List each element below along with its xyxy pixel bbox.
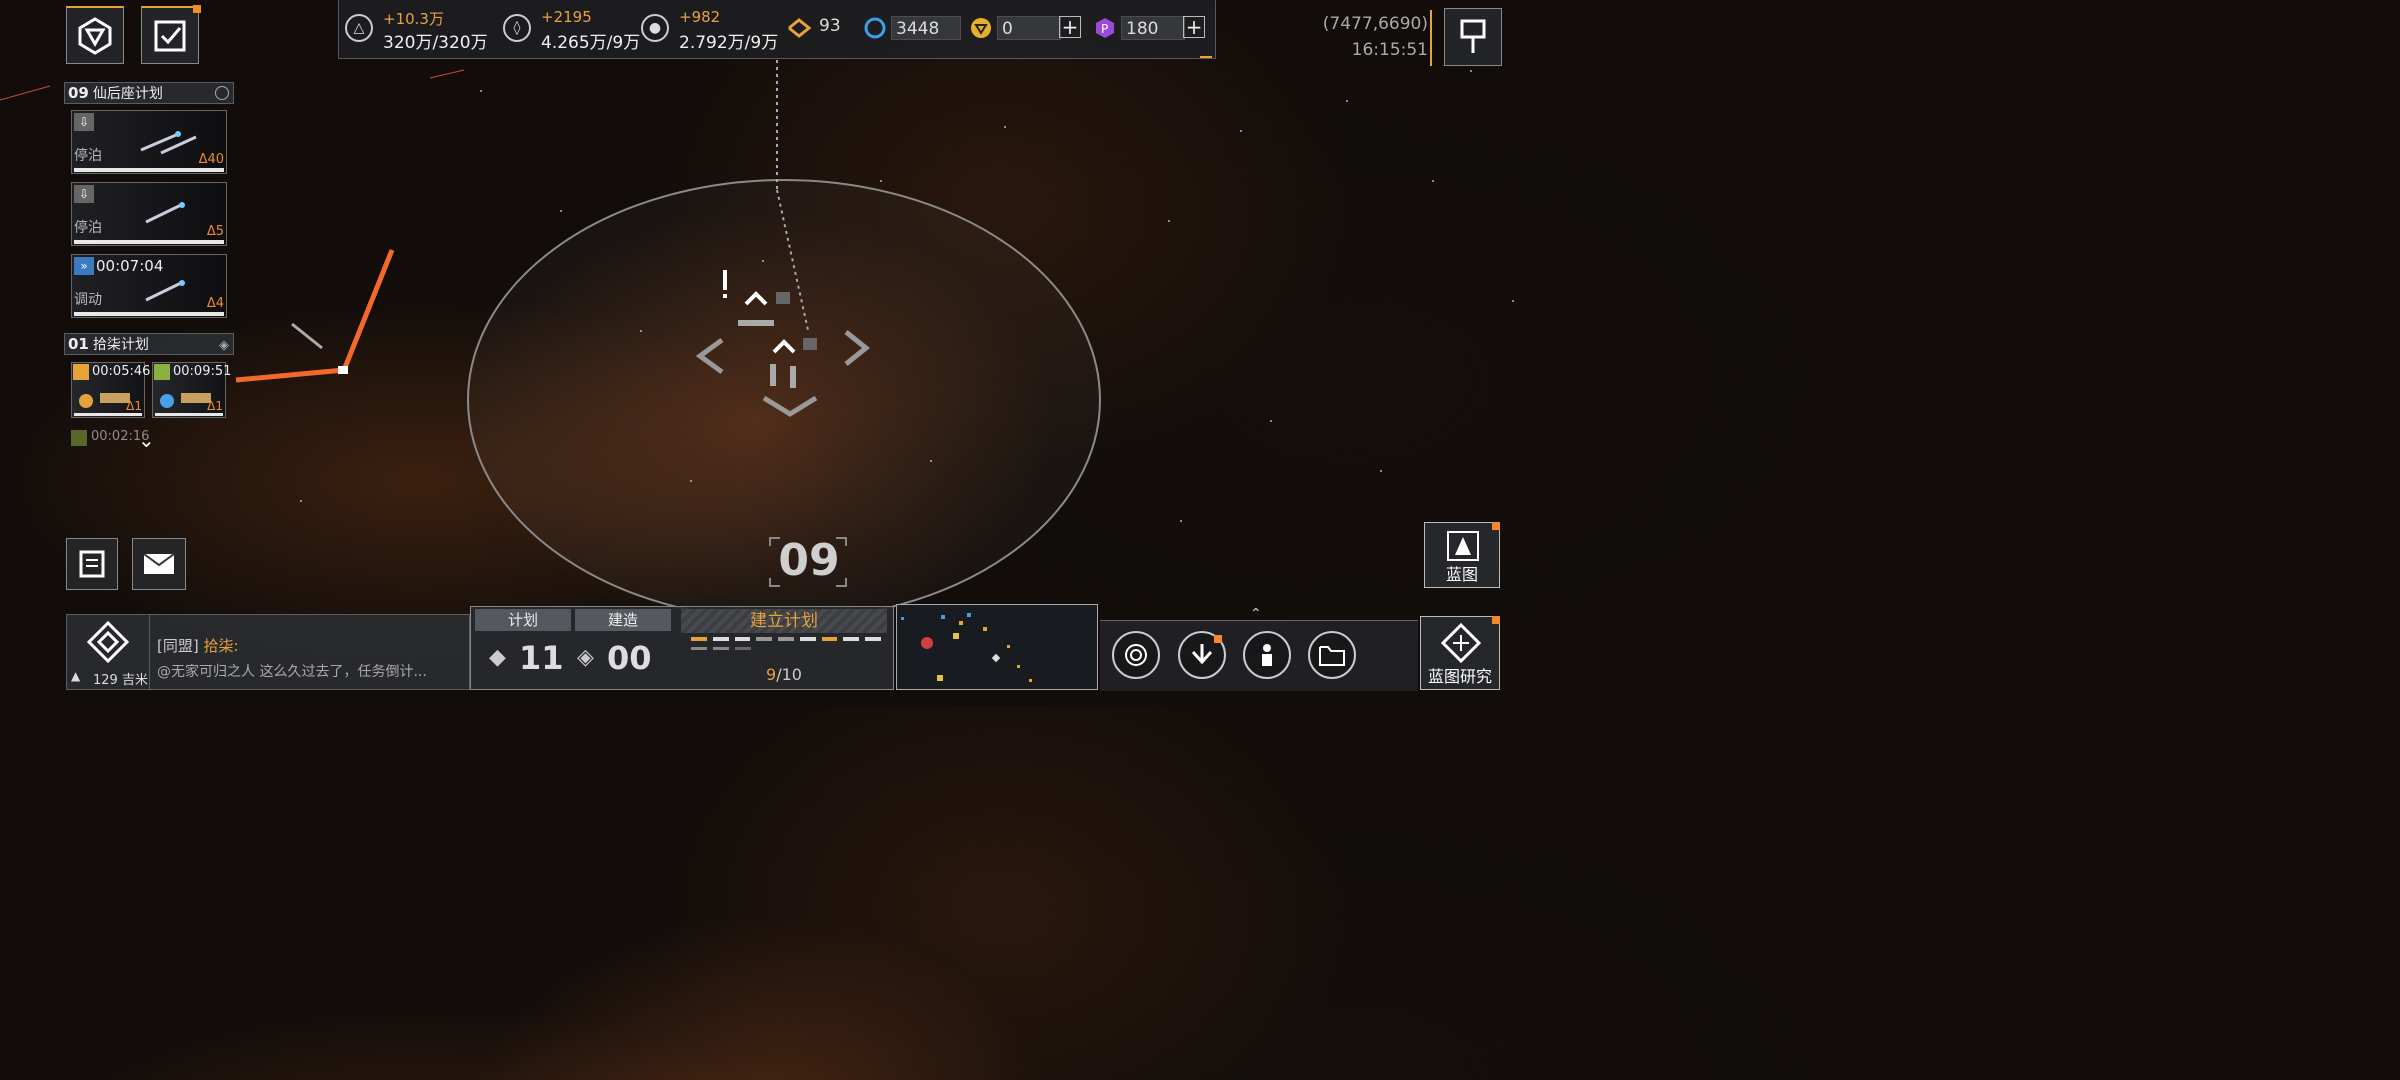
blueprint-button[interactable]: 蓝图 bbox=[1424, 522, 1500, 588]
fleet-health-bar bbox=[74, 312, 224, 316]
map-sector-label[interactable]: 09 bbox=[776, 534, 842, 588]
add-premium-button[interactable]: + bbox=[1183, 16, 1205, 38]
dock-arrow-icon bbox=[1191, 644, 1213, 665]
fleet-card[interactable]: ⇩ 停泊 Δ5 bbox=[71, 182, 227, 246]
orange-route bbox=[235, 249, 395, 383]
fleet-group-header[interactable]: 01 拾柒计划 ◈ bbox=[64, 333, 234, 355]
tasks-button[interactable] bbox=[141, 6, 199, 64]
expand-list-icon[interactable]: ⌄ bbox=[138, 428, 155, 452]
tab-plan[interactable]: 计划 bbox=[475, 609, 571, 631]
clock-accent bbox=[1430, 10, 1432, 66]
credits-icon bbox=[864, 17, 886, 39]
plan-slots bbox=[691, 637, 882, 657]
dock-icon: ⇩ bbox=[74, 185, 94, 203]
fleet-group-header[interactable]: 09 仙后座计划 bbox=[64, 82, 234, 104]
document-icon bbox=[79, 550, 105, 578]
report-button[interactable] bbox=[66, 538, 118, 590]
alliance-button[interactable] bbox=[66, 6, 124, 64]
build-count: ◈ 00 bbox=[577, 639, 652, 677]
move-icon: » bbox=[74, 257, 94, 275]
blueprint-research-button[interactable]: 蓝图研究 bbox=[1420, 616, 1500, 690]
premium-hex-icon: P bbox=[1096, 18, 1114, 38]
mining-card[interactable]: 00:09:51 Δ1 bbox=[152, 362, 231, 418]
bookmark-button[interactable] bbox=[1444, 8, 1502, 66]
gas-icon: ● bbox=[641, 14, 669, 42]
mining-icon bbox=[154, 364, 170, 380]
mining-icon bbox=[71, 430, 87, 446]
clipboard-check-icon bbox=[154, 20, 186, 51]
notification-dot bbox=[1214, 635, 1222, 643]
resource-bar: △ +10.3万 320万/320万 ◊ +2195 4.265万/9万 ● +… bbox=[338, 0, 1216, 59]
alliance-diamond-icon bbox=[87, 621, 129, 663]
resource-crystal[interactable]: ◊ +2195 4.265万/9万 bbox=[503, 6, 653, 53]
blueprint-icon bbox=[1447, 531, 1479, 561]
people-icon bbox=[1262, 644, 1272, 666]
envelope-icon bbox=[143, 553, 175, 574]
tab-build[interactable]: 建造 bbox=[575, 609, 671, 631]
plan-progress: 9/10 bbox=[766, 665, 802, 684]
research-icon bbox=[1441, 623, 1481, 663]
cursor-icon: ▲ bbox=[71, 669, 81, 683]
resource-ore[interactable]: △ +10.3万 320万/320万 bbox=[345, 6, 495, 53]
ore-icon: △ bbox=[345, 14, 373, 42]
dock-icon: ⇩ bbox=[74, 113, 94, 131]
folder-button[interactable] bbox=[1308, 631, 1356, 679]
mail-button[interactable] bbox=[132, 538, 186, 590]
alliance-map-button[interactable]: ▲ 129 吉米 bbox=[67, 615, 150, 689]
build-diamond-icon: ◈ bbox=[577, 645, 594, 670]
fleet-card[interactable]: » 00:07:04 调动 Δ4 bbox=[71, 254, 227, 318]
galaxy-button[interactable] bbox=[1112, 631, 1160, 679]
chat-panel[interactable]: ▲ 129 吉米 [同盟] 拾柒: @无家可归之人 这么久过去了，任务倒计... bbox=[66, 614, 470, 690]
rank-display[interactable]: 93 bbox=[787, 14, 847, 42]
map-overlay bbox=[0, 60, 1101, 621]
plan-count: ◆ 11 bbox=[489, 639, 564, 677]
coordinates[interactable]: (7477,6690) bbox=[1310, 14, 1428, 34]
notification-dot bbox=[193, 5, 201, 13]
crystal-icon: ◊ bbox=[503, 14, 531, 42]
mining-card[interactable]: 00:05:46 Δ1 bbox=[71, 362, 150, 418]
action-bar bbox=[1100, 620, 1418, 691]
plan-panel[interactable]: 计划 建造 ◆ 11 ◈ 00 建立计划 9/10 bbox=[470, 606, 894, 690]
ship-icon bbox=[140, 131, 197, 155]
link-icon: ◆ bbox=[489, 645, 506, 670]
resource-bar-accent bbox=[1200, 56, 1212, 58]
mining-icon bbox=[73, 364, 89, 380]
minimap[interactable] bbox=[896, 604, 1098, 690]
group-toggle-icon[interactable] bbox=[215, 86, 229, 100]
rank-chevron-icon bbox=[788, 18, 811, 38]
gold-coin-icon bbox=[971, 18, 991, 38]
svg-text:P: P bbox=[1101, 22, 1108, 36]
add-gold-button[interactable]: + bbox=[1059, 16, 1081, 38]
resource-gas[interactable]: ● +982 2.792万/9万 bbox=[641, 6, 791, 53]
galaxy-icon bbox=[1125, 644, 1147, 666]
notification-dot bbox=[1492, 616, 1500, 624]
diamond-icon[interactable]: ◈ bbox=[219, 336, 229, 356]
folder-icon bbox=[1319, 646, 1345, 666]
ship-icon bbox=[145, 202, 185, 224]
alliance-members-button[interactable] bbox=[1243, 631, 1291, 679]
clock: 16:15:51 bbox=[1351, 40, 1428, 60]
minimap-dots bbox=[901, 613, 1032, 682]
fleet-health-bar bbox=[74, 168, 224, 172]
create-plan-button[interactable]: 建立计划 bbox=[681, 609, 887, 633]
map-pin-icon bbox=[1460, 19, 1486, 53]
notification-dot bbox=[1492, 522, 1500, 530]
fleet-health-bar bbox=[74, 240, 224, 244]
hexagon-triangle-icon bbox=[78, 16, 112, 55]
fleet-card[interactable]: ⇩ 停泊 Δ40 bbox=[71, 110, 227, 174]
credits-display[interactable]: 3448 bbox=[863, 14, 963, 42]
ship-icon bbox=[145, 280, 185, 302]
